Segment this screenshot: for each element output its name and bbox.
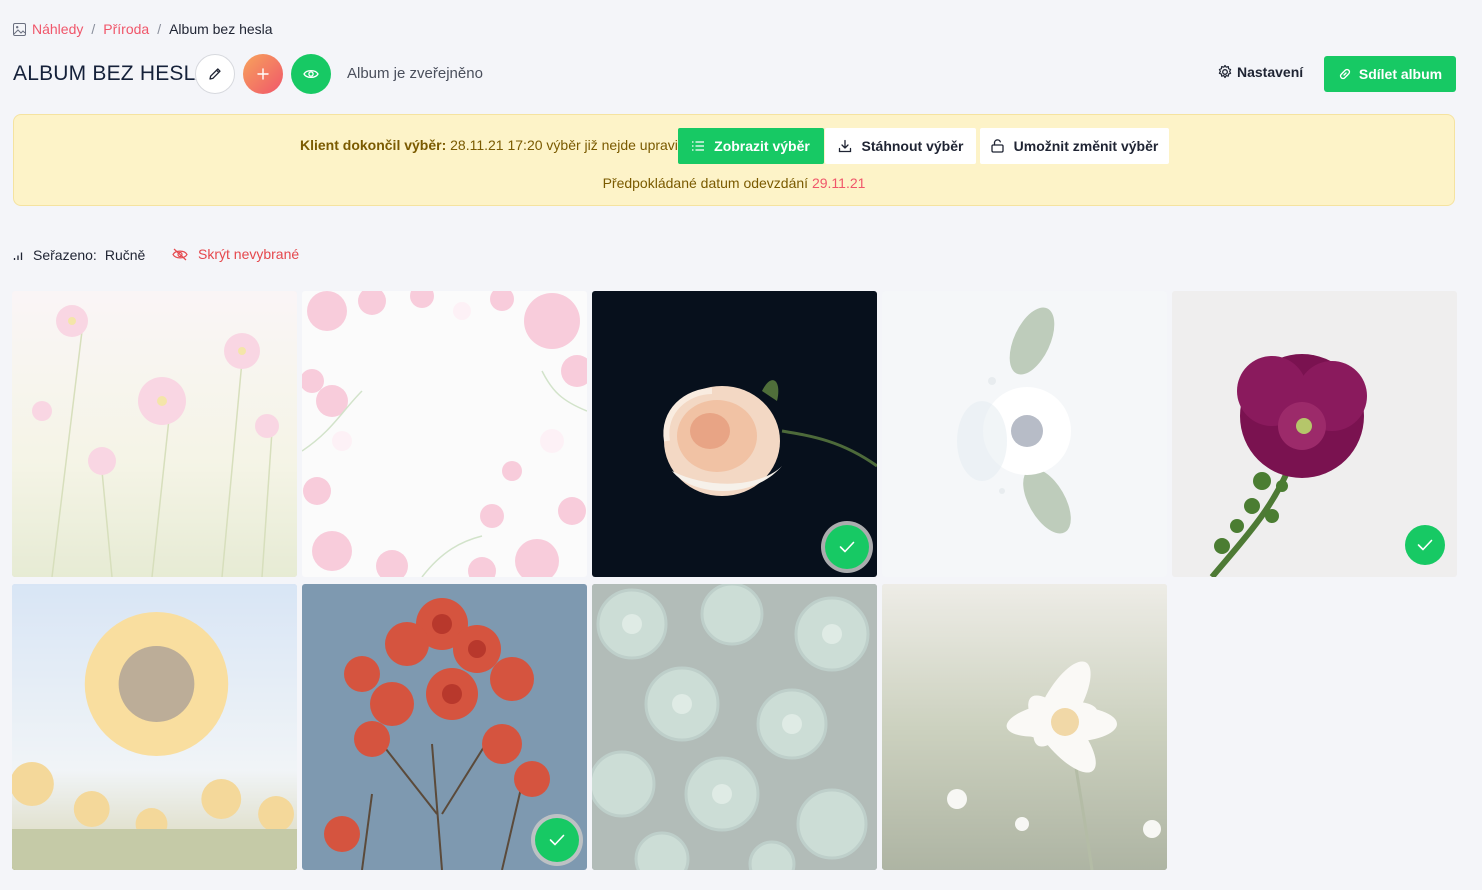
breadcrumb-link-priroda[interactable]: Příroda	[103, 21, 149, 37]
photo-tile[interactable]	[1172, 291, 1457, 577]
expected-delivery: Předpokládané datum odevzdání 29.11.21	[14, 175, 1454, 191]
gear-icon	[1218, 64, 1232, 79]
breadcrumb-link-nahledy[interactable]: Náhledy	[32, 21, 83, 37]
edit-title-button[interactable]	[195, 54, 235, 94]
photo-tile[interactable]	[882, 584, 1167, 870]
unselected-overlay	[12, 291, 297, 577]
check-icon	[549, 834, 565, 846]
share-album-label: Sdílet album	[1358, 66, 1443, 82]
download-selection-button[interactable]: Stáhnout výběr	[825, 128, 976, 164]
hide-unselected-toggle[interactable]: Skrýt nevybrané	[172, 246, 299, 262]
unselected-overlay	[12, 584, 297, 870]
share-album-button[interactable]: Sdílet album	[1324, 56, 1456, 92]
client-finished-text: 28.11.21 17:20 výběr již nejde upravit.	[450, 137, 686, 153]
image-icon	[13, 22, 26, 36]
show-selection-label: Zobrazit výběr	[714, 138, 810, 154]
settings-button[interactable]: Nastavení	[1217, 64, 1303, 80]
eye-off-icon	[172, 248, 188, 260]
show-selection-button[interactable]: Zobrazit výběr	[678, 128, 824, 164]
hide-unselected-label: Skrýt nevybrané	[198, 246, 300, 262]
selected-check-badge[interactable]	[1405, 525, 1445, 565]
link-icon	[1339, 68, 1350, 80]
photo-tile[interactable]	[302, 291, 587, 577]
unselected-overlay	[882, 584, 1167, 870]
eye-icon	[303, 69, 319, 79]
selected-check-badge[interactable]	[535, 818, 579, 862]
allow-change-selection-button[interactable]: Umožnit změnit výběr	[980, 128, 1169, 164]
expected-delivery-date: 29.11.21	[811, 175, 866, 191]
plus-icon	[257, 68, 269, 80]
publish-status: Album je zveřejněno	[347, 65, 483, 82]
breadcrumb-separator: /	[157, 21, 162, 37]
list-icon	[692, 141, 705, 151]
expected-delivery-label: Předpokládané datum odevzdání	[602, 175, 809, 191]
client-finished-message: Klient dokončil výběr: 28.11.21 17:20 vý…	[300, 137, 686, 153]
photo-tile[interactable]	[592, 584, 877, 870]
unselected-overlay	[882, 291, 1167, 577]
check-icon	[839, 541, 855, 553]
photo-tile[interactable]	[592, 291, 877, 577]
unlock-icon	[990, 139, 1004, 153]
visibility-button[interactable]	[291, 54, 331, 94]
unselected-overlay	[592, 584, 877, 870]
page-title: ALBUM BEZ HESLA	[13, 62, 210, 85]
photo-tile[interactable]	[12, 291, 297, 577]
photo-tile[interactable]	[882, 291, 1167, 577]
allow-change-label: Umožnit změnit výběr	[1013, 138, 1159, 154]
client-finished-label: Klient dokončil výběr:	[300, 137, 447, 153]
breadcrumb-current: Album bez hesla	[169, 21, 273, 37]
selected-check-badge[interactable]	[825, 525, 869, 569]
settings-label: Nastavení	[1237, 64, 1304, 80]
breadcrumb-separator: /	[91, 21, 96, 37]
sort-label: Seřazeno:	[33, 247, 97, 263]
photo-tile[interactable]	[302, 584, 587, 870]
photo-tile[interactable]	[12, 584, 297, 870]
add-photos-button[interactable]	[243, 54, 283, 94]
check-icon	[1417, 539, 1433, 551]
unselected-overlay	[302, 291, 587, 577]
download-icon	[838, 139, 851, 153]
sort-value: Ručně	[104, 247, 146, 263]
pencil-icon	[209, 68, 221, 80]
selection-finished-banner: Klient dokončil výběr: 28.11.21 17:20 vý…	[13, 114, 1455, 206]
bar-chart-icon	[13, 252, 23, 260]
sort-dropdown[interactable]: Seřazeno: Ručně	[13, 247, 145, 263]
download-selection-label: Stáhnout výběr	[861, 138, 964, 154]
breadcrumb: Náhledy / Příroda / Album bez hesla	[13, 20, 273, 38]
